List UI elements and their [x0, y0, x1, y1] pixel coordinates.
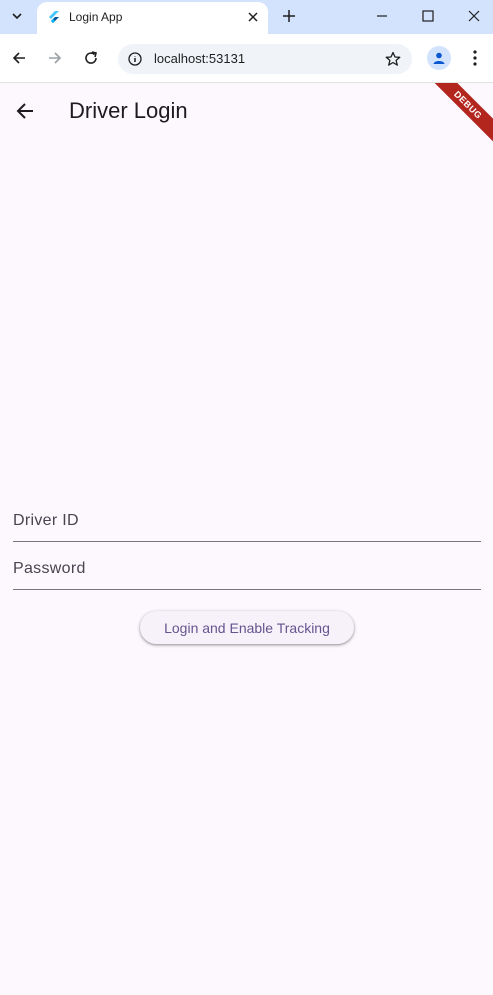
window-close-icon[interactable] — [459, 2, 489, 30]
minimize-icon[interactable] — [367, 2, 397, 30]
browser-forward-icon[interactable] — [42, 45, 68, 71]
browser-menu-icon[interactable] — [462, 45, 488, 71]
new-tab-icon[interactable] — [278, 5, 300, 27]
driver-id-field[interactable] — [13, 502, 481, 542]
maximize-icon[interactable] — [413, 2, 443, 30]
browser-back-icon[interactable] — [6, 45, 32, 71]
page-title: Driver Login — [69, 98, 188, 123]
tab-search-chevron-icon[interactable] — [4, 4, 30, 28]
tab-close-icon[interactable] — [244, 8, 262, 26]
password-field[interactable] — [13, 550, 481, 590]
browser-tab[interactable]: Login App — [37, 2, 268, 34]
app-bar: Driver Login — [0, 83, 493, 139]
address-bar[interactable]: localhost:53131 — [118, 44, 412, 74]
login-button[interactable]: Login and Enable Tracking — [140, 611, 354, 644]
app-viewport: Driver Login DEBUG Login and Enable Trac… — [0, 83, 493, 995]
reload-icon[interactable] — [78, 45, 104, 71]
site-info-icon[interactable] — [124, 48, 146, 70]
driver-id-input[interactable] — [13, 502, 481, 540]
password-input[interactable] — [13, 550, 481, 588]
tab-title: Login App — [69, 10, 123, 24]
browser-tabstrip: Login App — [0, 0, 493, 34]
browser-toolbar: localhost:53131 — [0, 34, 493, 83]
profile-avatar-icon[interactable] — [427, 46, 451, 70]
bookmark-star-icon[interactable] — [382, 48, 404, 70]
url-text[interactable]: localhost:53131 — [154, 51, 245, 66]
flutter-favicon-icon — [47, 10, 61, 24]
back-arrow-icon[interactable] — [8, 95, 42, 127]
